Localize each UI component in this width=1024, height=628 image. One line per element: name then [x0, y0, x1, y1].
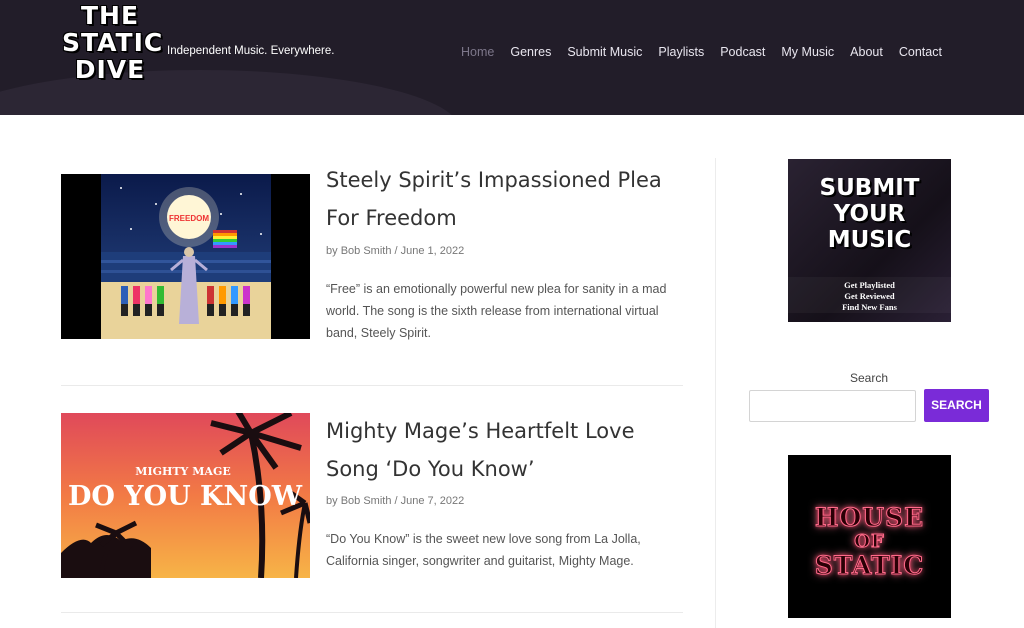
nav-submit-music[interactable]: Submit Music	[567, 45, 642, 59]
nav-about[interactable]: About	[850, 45, 883, 59]
post-meta: by Bob Smith / June 7, 2022	[326, 495, 464, 507]
meta-separator: /	[394, 245, 398, 257]
main-nav: Home Genres Submit Music Playlists Podca…	[461, 45, 958, 59]
house-banner-line: HOUSE	[814, 503, 925, 533]
house-banner-line: STATIC	[814, 551, 925, 581]
post-date[interactable]: June 1, 2022	[401, 245, 465, 257]
post-author[interactable]: Bob Smith	[341, 495, 392, 507]
post-title[interactable]: Mighty Mage’s Heartfelt Love Song ‘Do Yo…	[326, 412, 686, 488]
submit-banner-sub: Get Reviewed	[844, 291, 895, 301]
nav-my-music[interactable]: My Music	[781, 45, 834, 59]
submit-banner-headline: SUBMIT YOUR MUSIC	[788, 175, 951, 253]
thumb-song-text: DO YOU KNOW	[68, 481, 303, 512]
post-divider	[61, 612, 683, 613]
sidebar-divider	[715, 158, 716, 628]
nav-home[interactable]: Home	[461, 45, 494, 59]
freedom-artwork-image: FREEDOM	[61, 174, 310, 339]
search-button[interactable]: SEARCH	[924, 389, 989, 422]
post-thumbnail[interactable]: MIGHTY MAGE DO YOU KNOW	[61, 413, 310, 578]
search-label: Search	[850, 371, 889, 385]
logo-line-3: DIVE	[74, 55, 146, 84]
nav-genres[interactable]: Genres	[510, 45, 551, 59]
logo-line-1: THE	[80, 1, 140, 30]
post-thumbnail[interactable]: FREEDOM	[61, 174, 310, 339]
post-author[interactable]: Bob Smith	[341, 245, 392, 257]
site-tagline: Independent Music. Everywhere.	[167, 45, 335, 57]
post-card: FREEDOM Steely Spirit’s Impassioned Plea…	[61, 166, 685, 346]
meta-by: by	[326, 245, 338, 257]
post-meta: by Bob Smith / June 1, 2022	[326, 245, 464, 257]
post-divider	[61, 385, 683, 386]
submit-music-banner[interactable]: SUBMIT YOUR MUSIC Get Playlisted Get Rev…	[788, 159, 951, 322]
search-input[interactable]	[749, 390, 916, 422]
submit-banner-sub: Get Playlisted	[844, 280, 895, 290]
post-title[interactable]: Steely Spirit’s Impassioned Plea For Fre…	[326, 161, 686, 237]
thumb-freedom-text: FREEDOM	[169, 214, 209, 223]
post-excerpt: “Free” is an emotionally powerful new pl…	[326, 282, 667, 340]
site-logo[interactable]: THE STATIC DIVE	[62, 1, 164, 84]
house-banner-line: OF	[854, 531, 885, 553]
post-excerpt: “Do You Know” is the sweet new love song…	[326, 532, 641, 568]
post-card: MIGHTY MAGE DO YOU KNOW Mighty Mage’s He…	[61, 412, 685, 592]
submit-banner-line: SUBMIT	[819, 175, 920, 201]
post-date[interactable]: June 7, 2022	[401, 495, 465, 507]
submit-banner-line: MUSIC	[827, 227, 912, 253]
nav-podcast[interactable]: Podcast	[720, 45, 765, 59]
do-you-know-artwork-image: MIGHTY MAGE DO YOU KNOW	[61, 413, 310, 578]
meta-separator: /	[394, 495, 398, 507]
logo-line-2: STATIC	[62, 28, 164, 57]
nav-contact[interactable]: Contact	[899, 45, 942, 59]
meta-by: by	[326, 495, 338, 507]
house-of-static-banner[interactable]: HOUSE OF STATIC	[788, 455, 951, 618]
nav-playlists[interactable]: Playlists	[658, 45, 704, 59]
submit-banner-sub: Find New Fans	[842, 302, 897, 312]
submit-banner-line: YOUR	[833, 201, 906, 227]
site-header: THE STATIC DIVE Independent Music. Every…	[0, 0, 1024, 115]
thumb-artist-text: MIGHTY MAGE	[135, 465, 230, 478]
